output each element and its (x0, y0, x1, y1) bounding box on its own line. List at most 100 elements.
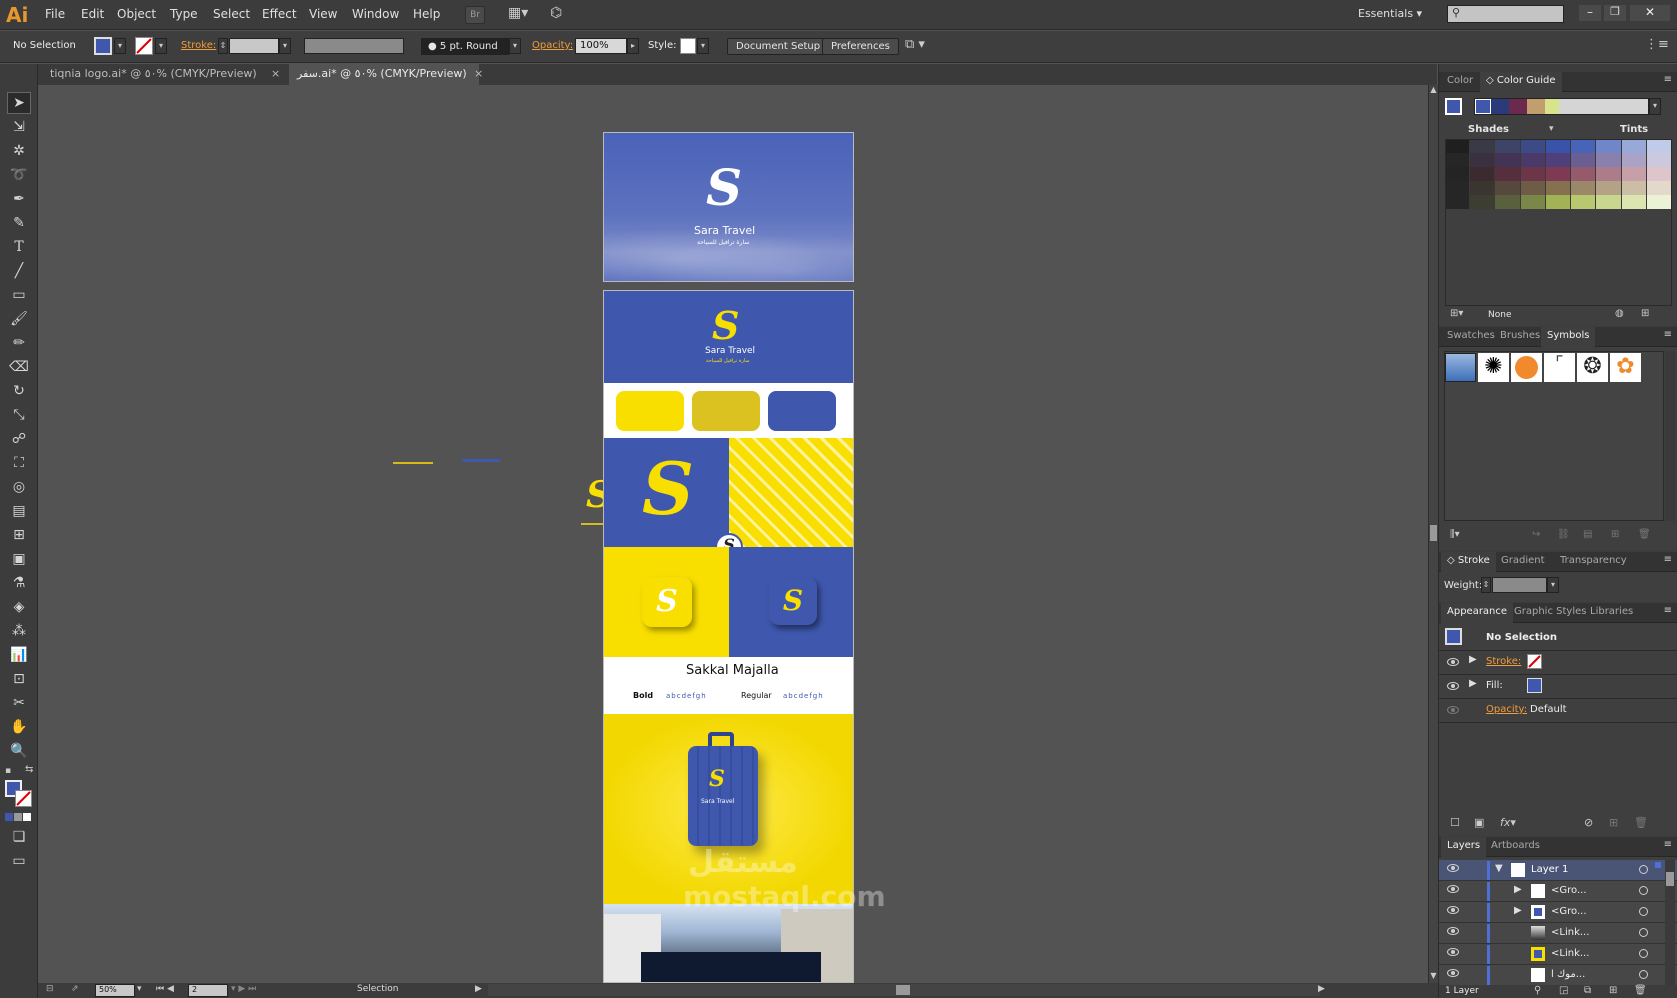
tab-tiqnia-logo[interactable]: tiqnia logo.ai* @ ٥٠% (CMYK/Preview) (42, 64, 285, 85)
curvature-tool-icon[interactable]: ✎ (7, 212, 31, 234)
tab-libraries[interactable]: Libraries (1584, 603, 1639, 623)
expand-group-arrow[interactable]: ▶ (1514, 905, 1522, 916)
canvas[interactable]: S S Sara Travel سارة ترافيل للسياحة S Sa… (38, 85, 1428, 983)
eyedropper-tool-icon[interactable]: ⚗ (7, 572, 31, 594)
stroke-dropdown-arrow[interactable]: ▾ (155, 38, 167, 54)
line-tool-icon[interactable]: ╱ (7, 260, 31, 282)
make-clipping-mask-icon[interactable]: ◲ (1559, 985, 1568, 996)
layer-name[interactable]: Layer 1 (1531, 864, 1568, 875)
pen-tool-icon[interactable]: ✒ (7, 188, 31, 210)
vertical-scrollbar[interactable]: ▲ ▼ (1428, 85, 1438, 983)
slice-tool-icon[interactable]: ✂ (7, 692, 31, 714)
weight-dropdown[interactable]: ▾ (1547, 577, 1559, 593)
stroke-label[interactable]: Stroke: (181, 40, 216, 51)
type-tool-icon[interactable]: T (7, 236, 31, 258)
target-circle-icon[interactable] (1639, 886, 1648, 895)
graphic-style-swatch[interactable] (680, 38, 696, 54)
stroke-indicator[interactable] (15, 790, 32, 807)
add-fill-icon[interactable]: ▣ (1474, 816, 1484, 829)
rotate-tool-icon[interactable]: ↻ (7, 380, 31, 402)
add-stroke-icon[interactable]: ☐ (1450, 816, 1460, 829)
drawing-modes-icon[interactable]: ❏ (7, 826, 31, 848)
layer-row[interactable]: ▼ Layer 1 (1439, 860, 1677, 881)
variable-width-profile[interactable] (304, 38, 404, 54)
save-to-swatches-icon[interactable]: ⊞ (1641, 308, 1649, 319)
artboard-number-field[interactable]: 2 (188, 984, 228, 997)
eraser-tool-icon[interactable]: ⌫ (7, 356, 31, 378)
target-circle-icon[interactable] (1639, 949, 1648, 958)
zoom-field[interactable]: 50% (95, 984, 135, 997)
symbol-ink-splat[interactable]: ✺ (1478, 353, 1509, 382)
search-input[interactable]: ⚲ (1447, 5, 1564, 23)
new-sublayer-icon[interactable]: ⧉ (1584, 985, 1591, 996)
paintbrush-tool-icon[interactable]: 🖌 (7, 308, 31, 330)
weight-stepper[interactable]: ⇕ (1481, 577, 1491, 593)
tab-swatches[interactable]: Swatches (1441, 327, 1501, 347)
perspective-grid-tool-icon[interactable]: ▤ (7, 500, 31, 522)
stroke-color-swatch[interactable] (135, 37, 153, 55)
weight-field[interactable] (1492, 577, 1547, 593)
stroke-weight-stepper[interactable]: ⇕ (218, 38, 228, 54)
shape-builder-tool-icon[interactable]: ◎ (7, 476, 31, 498)
delete-item-icon[interactable]: 🗑 (1634, 816, 1648, 829)
gpu-performance-icon[interactable]: ⌬ (550, 5, 572, 23)
arrange-documents-icon[interactable]: ▦▾ (508, 5, 534, 23)
collapse-layer-arrow[interactable]: ▼ (1495, 863, 1503, 874)
symbol-orange-circle[interactable] (1511, 353, 1542, 382)
pencil-tool-icon[interactable]: ✏ (7, 332, 31, 354)
first-artboard-icon[interactable]: ⏮ ◀ (156, 984, 174, 994)
tab-color[interactable]: Color (1441, 72, 1479, 92)
appearance-opacity-label[interactable]: Opacity: (1486, 704, 1527, 715)
tab-symbols[interactable]: Symbols (1541, 327, 1596, 347)
control-panel-menu-icon[interactable]: ⋮≡ (1645, 37, 1669, 52)
visibility-eye-icon[interactable] (1447, 706, 1459, 714)
layer-row[interactable]: <Link... (1439, 944, 1677, 965)
color-mode-buttons[interactable] (5, 813, 31, 821)
maximize-button[interactable]: ❐ (1604, 5, 1626, 21)
mesh-tool-icon[interactable]: ⊞ (7, 524, 31, 546)
panel-menu-icon[interactable]: ≡ (1664, 839, 1672, 850)
scale-tool-icon[interactable]: ⤡ (7, 404, 31, 426)
menu-window[interactable]: Window (352, 7, 399, 21)
appearance-stroke-swatch[interactable] (1527, 654, 1542, 669)
tab-transparency[interactable]: Transparency (1554, 552, 1633, 572)
expand-stroke-arrow[interactable]: ▶ (1469, 654, 1477, 665)
target-circle-icon[interactable] (1639, 865, 1648, 874)
layer-name[interactable]: <Link... (1551, 948, 1589, 959)
add-effect-icon[interactable]: fx▾ (1500, 816, 1516, 829)
fill-dropdown-arrow[interactable]: ▾ (114, 38, 126, 54)
stroke-weight-field[interactable] (229, 38, 279, 54)
delete-symbol-icon[interactable]: 🗑 (1638, 529, 1651, 540)
bridge-button[interactable]: Br (465, 6, 485, 24)
break-link-icon[interactable]: ⛓ (1557, 529, 1570, 540)
menu-object[interactable]: Object (117, 7, 156, 21)
menu-edit[interactable]: Edit (81, 7, 104, 21)
locate-object-icon[interactable]: ⚲ (1534, 985, 1541, 996)
stray-graphic[interactable] (462, 459, 500, 462)
gradient-tool-icon[interactable]: ▣ (7, 548, 31, 570)
warp-tool-icon[interactable]: ☍ (7, 428, 31, 450)
selection-tool-icon[interactable]: ➤ (7, 92, 31, 114)
blend-tool-icon[interactable]: ◈ (7, 596, 31, 618)
arrange-icon[interactable]: ⧉ ▾ (905, 37, 925, 52)
menu-effect[interactable]: Effect (262, 7, 297, 21)
opacity-field[interactable]: 100% (575, 38, 627, 54)
target-circle-icon[interactable] (1639, 928, 1648, 937)
tab-appearance[interactable]: Appearance (1441, 603, 1514, 623)
delete-layer-icon[interactable]: 🗑 (1634, 985, 1647, 996)
swatch-libraries-icon[interactable]: ⊞▾ (1450, 308, 1463, 319)
brush-definition-field[interactable]: ● 5 pt. Round (421, 38, 509, 55)
status-menu-arrow[interactable]: ▶ (475, 984, 482, 994)
zoom-dropdown[interactable]: ▾ (137, 984, 142, 994)
artboard-cover[interactable]: S Sara Travel سارة ترافيل للسياحة (603, 132, 854, 282)
tab-safar[interactable]: سفر.ai* @ ٥٠% (CMYK/Preview) (289, 64, 479, 85)
scroll-down-arrow[interactable]: ▼ (1429, 971, 1438, 981)
layer-name[interactable]: <Gro... (1551, 885, 1587, 896)
layer-row[interactable]: ▶ <Gro... (1439, 902, 1677, 923)
fill-color-swatch[interactable] (94, 37, 112, 55)
new-layer-icon[interactable]: ⊞ (1609, 985, 1617, 996)
scroll-right-arrow[interactable]: ▶ (1318, 984, 1325, 994)
menu-type[interactable]: Type (170, 7, 198, 21)
layer-row[interactable]: <Link... (1439, 923, 1677, 944)
close-button[interactable]: ✕ (1630, 5, 1670, 21)
